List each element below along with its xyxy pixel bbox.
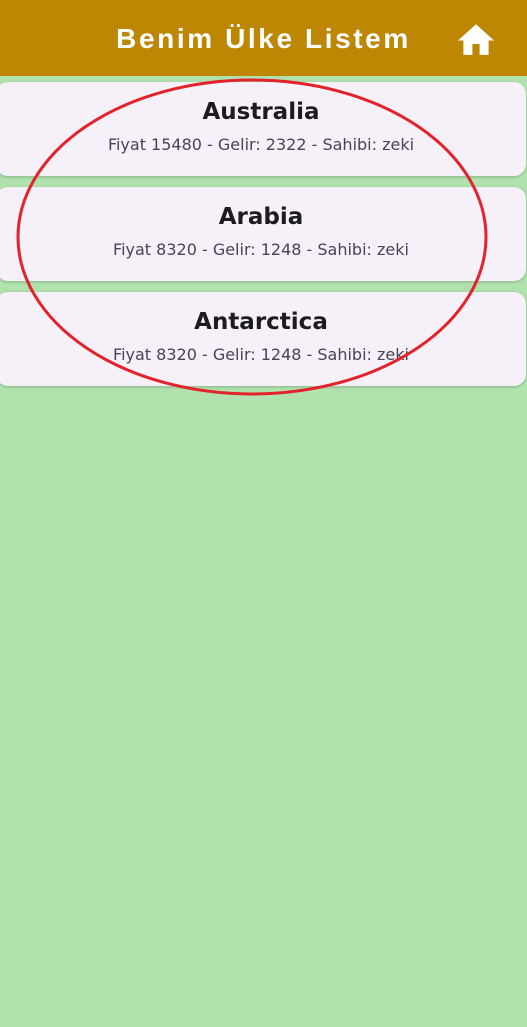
app-bar: Benim Ülke Listem	[0, 0, 527, 76]
home-icon	[458, 24, 494, 55]
country-details: Fiyat 15480 - Gelir: 2322 - Sahibi: zeki	[107, 135, 415, 154]
home-button[interactable]	[452, 18, 500, 62]
page-title: Benim Ülke Listem	[116, 23, 411, 54]
country-details: Fiyat 8320 - Gelir: 1248 - Sahibi: zeki	[113, 240, 409, 259]
country-list: Australia Fiyat 15480 - Gelir: 2322 - Sa…	[0, 82, 527, 397]
country-card-arabia[interactable]: Arabia Fiyat 8320 - Gelir: 1248 - Sahibi…	[0, 187, 526, 281]
country-name: Australia	[202, 99, 320, 125]
country-card-antarctica[interactable]: Antarctica Fiyat 8320 - Gelir: 1248 - Sa…	[0, 292, 526, 386]
country-name: Arabia	[218, 204, 304, 230]
country-name: Antarctica	[194, 309, 328, 335]
country-card-australia[interactable]: Australia Fiyat 15480 - Gelir: 2322 - Sa…	[0, 82, 526, 176]
country-details: Fiyat 8320 - Gelir: 1248 - Sahibi: zeki	[113, 345, 409, 364]
